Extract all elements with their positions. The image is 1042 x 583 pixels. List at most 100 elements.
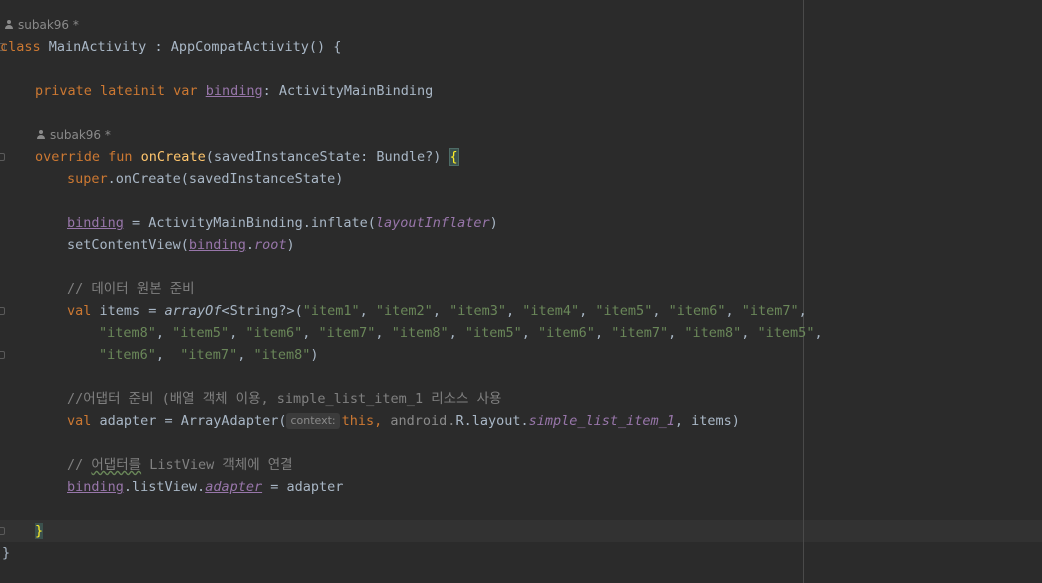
keyword: this — [341, 413, 375, 429]
user-icon — [4, 20, 14, 30]
comment-text: ListView 객체에 연결 — [141, 457, 293, 473]
string-literal: "item6" — [245, 325, 303, 341]
keyword: super — [67, 171, 108, 187]
code-text: , — [237, 347, 254, 363]
code-line-adapter[interactable]: val adapter = ArrayAdapter(context: this,… — [67, 410, 740, 432]
fold-marker-icon[interactable] — [0, 351, 5, 359]
string-literal: "item1" — [302, 303, 360, 319]
code-text: , items) — [674, 413, 740, 429]
code-comment[interactable]: // 데이터 원본 준비 — [67, 278, 195, 300]
code-text: , — [229, 325, 246, 341]
code-text: } — [2, 545, 11, 561]
string-literal: "item8" — [684, 325, 742, 341]
string-literal: "item7" — [180, 347, 238, 363]
code-text: (savedInstanceState: Bundle?) — [205, 149, 450, 165]
function-name: arrayOf — [164, 303, 222, 319]
current-line-highlight — [0, 520, 1042, 542]
string-literal: "item2" — [375, 303, 433, 319]
string-literal: "item8" — [99, 325, 156, 341]
code-text: , — [579, 303, 596, 319]
matched-brace: { — [448, 148, 459, 166]
string-literal: "item7" — [318, 325, 376, 341]
modified-mark: * — [104, 128, 111, 142]
property-adapter: adapter — [205, 479, 263, 495]
code-text: . — [245, 237, 254, 253]
code-line-super[interactable]: super.onCreate(savedInstanceState) — [67, 168, 343, 190]
author-annotation[interactable]: subak96 * — [4, 14, 79, 36]
code-line-inflate[interactable]: binding = ActivityMainBinding.inflate(la… — [67, 212, 498, 234]
code-text: AppCompatActivity() { — [170, 39, 342, 55]
code-comment[interactable]: //어댑터 준비 (배열 객체 이용, simple_list_item_1 리… — [67, 388, 501, 410]
fold-marker-icon[interactable] — [0, 307, 5, 315]
code-line-items-end[interactable]: "item6", "item7", "item8") — [99, 344, 319, 366]
code-line-assign-adapter[interactable]: binding.listView.adapter = adapter — [67, 476, 343, 498]
code-text: , — [359, 303, 376, 319]
code-text: , — [741, 325, 758, 341]
keyword: override fun — [35, 149, 141, 165]
code-text: , — [375, 325, 392, 341]
code-text: adapter = ArrayAdapter( — [99, 413, 287, 429]
function-name: onCreate — [140, 149, 206, 165]
code-line-binding-declaration[interactable]: private lateinit var binding: ActivityMa… — [35, 80, 433, 102]
property-binding: binding — [67, 479, 124, 495]
keyword: private lateinit var — [35, 83, 206, 99]
author-annotation[interactable]: subak96 * — [36, 124, 111, 146]
fold-marker-icon[interactable] — [0, 527, 5, 535]
property-root: root — [253, 237, 287, 253]
string-literal: "item5" — [464, 325, 522, 341]
code-text: items = — [99, 303, 165, 319]
code-text: = ActivityMainBinding.inflate( — [123, 215, 376, 231]
code-text: = adapter — [262, 479, 344, 495]
string-literal: "item6" — [99, 347, 156, 363]
code-text: .onCreate(savedInstanceState) — [107, 171, 344, 187]
code-line-items[interactable]: val items = arrayOf<String?>("item1", "i… — [67, 300, 807, 322]
fold-marker-icon[interactable] — [0, 153, 5, 161]
keyword: val — [67, 413, 100, 429]
code-text: , — [814, 325, 823, 341]
code-text: , — [521, 325, 539, 341]
code-line-close-function[interactable]: } — [35, 520, 44, 542]
string-literal: "item5" — [595, 303, 653, 319]
code-line-oncreate[interactable]: override fun onCreate(savedInstanceState… — [35, 146, 459, 168]
code-text: , — [668, 325, 685, 341]
author-name: subak96 — [18, 18, 70, 32]
author-name: subak96 — [50, 128, 102, 142]
code-editor[interactable]: subak96 * class MainActivity : AppCompat… — [0, 0, 1042, 583]
property-binding: binding — [67, 215, 124, 231]
code-text: , — [798, 303, 807, 319]
code-text: ) — [310, 347, 319, 363]
string-literal: "item6" — [668, 303, 726, 319]
string-literal: "item7" — [741, 303, 799, 319]
code-text: R.layout. — [455, 413, 529, 429]
string-literal: "item8" — [391, 325, 449, 341]
code-line-setcontentview[interactable]: setContentView(binding.root) — [67, 234, 295, 256]
code-text: , — [374, 413, 391, 429]
string-literal: "item3" — [449, 303, 506, 319]
code-line-close-class[interactable]: } — [2, 542, 10, 564]
property-layout-inflater: layoutInflater — [375, 215, 490, 231]
string-literal: "item5" — [757, 325, 815, 341]
code-text: : — [146, 39, 171, 55]
modified-mark: * — [72, 18, 79, 32]
code-text: <String?>( — [221, 303, 303, 319]
code-text: .listView. — [123, 479, 206, 495]
matched-brace: } — [35, 523, 44, 539]
package-qualifier: android. — [390, 413, 456, 429]
code-text: , — [155, 325, 173, 341]
keyword: val — [67, 303, 100, 319]
code-text: ) — [286, 237, 295, 253]
code-text: ) — [489, 215, 498, 231]
property-binding: binding — [205, 83, 263, 99]
code-comment[interactable]: // 어댑터를 ListView 객체에 연결 — [67, 454, 293, 476]
code-text: setContentView( — [67, 237, 189, 253]
code-line-class[interactable]: class MainActivity : AppCompatActivity()… — [0, 36, 341, 58]
code-line-items-continued[interactable]: "item8", "item5", "item6", "item7", "ite… — [99, 322, 823, 344]
code-text: , — [725, 303, 742, 319]
comment-text: // — [67, 457, 92, 473]
string-literal: "item5" — [172, 325, 230, 341]
resource-name: simple_list_item_1 — [528, 413, 675, 429]
code-text: , — [155, 347, 181, 363]
string-literal: "item4" — [522, 303, 580, 319]
code-text: , — [505, 303, 523, 319]
user-icon — [36, 130, 46, 140]
